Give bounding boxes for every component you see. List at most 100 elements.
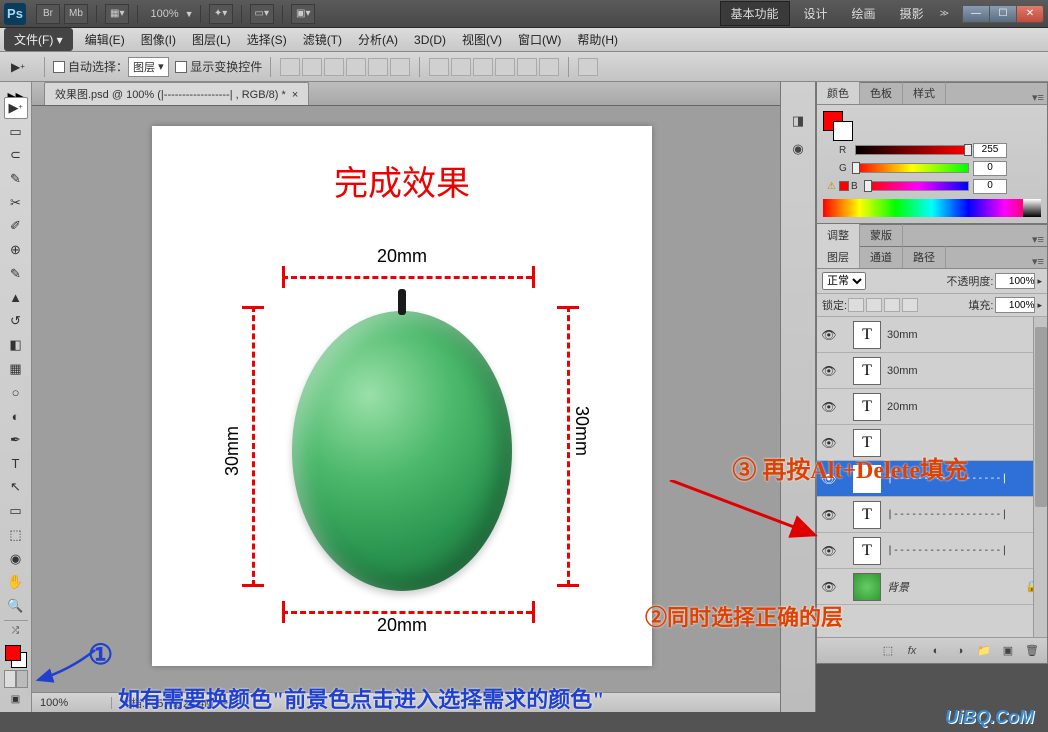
window-minimize[interactable]: — bbox=[962, 5, 990, 23]
align-icon[interactable] bbox=[346, 58, 366, 76]
brush-tool[interactable]: ✎ bbox=[4, 263, 28, 285]
document-tab[interactable]: 效果图.psd @ 100% (|------------------| , R… bbox=[44, 82, 309, 105]
window-close[interactable]: ✕ bbox=[1016, 5, 1044, 23]
foreground-color[interactable] bbox=[5, 645, 21, 661]
layer-row[interactable]: 👁T30mm bbox=[817, 317, 1047, 353]
pen-tool[interactable]: ✒ bbox=[4, 429, 28, 451]
eyedropper-tool[interactable]: ✐ bbox=[4, 216, 28, 238]
menu-window[interactable]: 窗口(W) bbox=[510, 31, 569, 48]
3d-tool[interactable]: ⬚ bbox=[4, 524, 28, 546]
workspace-essentials[interactable]: 基本功能 bbox=[720, 1, 790, 26]
tab-masks[interactable]: 蒙版 bbox=[860, 224, 903, 246]
distribute-icon[interactable] bbox=[451, 58, 471, 76]
layer-row[interactable]: 👁T30mm bbox=[817, 353, 1047, 389]
color-spectrum[interactable] bbox=[823, 199, 1041, 217]
menu-file[interactable]: 文件(F) ▾ bbox=[4, 28, 73, 51]
delete-layer-icon[interactable]: 🗑 bbox=[1021, 642, 1043, 660]
tab-adjustments[interactable]: 调整 bbox=[817, 224, 860, 246]
tab-channels[interactable]: 通道 bbox=[860, 246, 903, 268]
workspace-more-icon[interactable]: ≫ bbox=[940, 8, 949, 19]
tab-swatches[interactable]: 色板 bbox=[860, 82, 903, 104]
zoom-tool[interactable]: 🔍 bbox=[4, 595, 28, 617]
collapsed-panel-icon[interactable]: ◉ bbox=[784, 136, 812, 162]
layer-row[interactable]: 👁背景🔒 bbox=[817, 569, 1047, 605]
type-tool[interactable]: T bbox=[4, 453, 28, 475]
blur-tool[interactable]: ○ bbox=[4, 382, 28, 404]
distribute-icon[interactable] bbox=[539, 58, 559, 76]
gradient-tool[interactable]: ▦ bbox=[4, 358, 28, 380]
distribute-icon[interactable] bbox=[473, 58, 493, 76]
status-docinfo[interactable]: 文档:735.4K/2.04M bbox=[112, 695, 222, 711]
layer-row[interactable]: 👁T|------------------| bbox=[817, 533, 1047, 569]
menu-3d[interactable]: 3D(D) bbox=[406, 33, 454, 47]
align-icon[interactable] bbox=[324, 58, 344, 76]
menu-layer[interactable]: 图层(L) bbox=[184, 31, 239, 48]
workspace-painting[interactable]: 绘画 bbox=[842, 2, 886, 25]
move-tool[interactable]: ▶+ bbox=[4, 97, 28, 119]
lock-position-icon[interactable] bbox=[884, 298, 900, 312]
distribute-icon[interactable] bbox=[495, 58, 515, 76]
distribute-icon[interactable] bbox=[429, 58, 449, 76]
hand-tool[interactable]: ✋ bbox=[4, 571, 28, 593]
color-swatches[interactable] bbox=[3, 643, 29, 669]
align-icon[interactable] bbox=[368, 58, 388, 76]
3dcam-tool[interactable]: ◉ bbox=[4, 548, 28, 570]
opacity-input[interactable] bbox=[995, 273, 1035, 289]
fill-input[interactable] bbox=[995, 297, 1035, 313]
extra-icon[interactable] bbox=[578, 58, 598, 76]
lock-transparency-icon[interactable] bbox=[848, 298, 864, 312]
workspace-design[interactable]: 设计 bbox=[794, 2, 838, 25]
visibility-icon[interactable]: 👁 bbox=[819, 472, 839, 486]
adjustment-icon[interactable]: ◑ bbox=[949, 642, 971, 660]
r-value[interactable]: 255 bbox=[973, 143, 1007, 158]
visibility-icon[interactable]: 👁 bbox=[819, 364, 839, 378]
hand-shortcut[interactable]: ✦▾ bbox=[209, 4, 233, 24]
align-icon[interactable] bbox=[302, 58, 322, 76]
view-extras-button[interactable]: ▦▾ bbox=[105, 4, 129, 24]
g-value[interactable]: 0 bbox=[973, 161, 1007, 176]
autoselect-target[interactable]: 图层 ▾ bbox=[128, 57, 169, 77]
visibility-icon[interactable]: 👁 bbox=[819, 400, 839, 414]
panel-menu-icon[interactable]: ▾≡ bbox=[1029, 255, 1047, 268]
quickselect-tool[interactable]: ✎ bbox=[4, 168, 28, 190]
visibility-icon[interactable]: 👁 bbox=[819, 436, 839, 450]
arrange-button[interactable]: ▭▾ bbox=[250, 4, 274, 24]
align-icon[interactable] bbox=[390, 58, 410, 76]
layer-row[interactable]: 👁T|------------------| bbox=[817, 461, 1047, 497]
visibility-icon[interactable]: 👁 bbox=[819, 508, 839, 522]
collapsed-panel-icon[interactable]: ◨ bbox=[784, 108, 812, 134]
align-icon[interactable] bbox=[280, 58, 300, 76]
screen-mode-button[interactable]: ▣▾ bbox=[291, 4, 315, 24]
layer-row[interactable]: 👁T|------------------| bbox=[817, 497, 1047, 533]
distribute-icon[interactable] bbox=[517, 58, 537, 76]
history-brush-tool[interactable]: ↺ bbox=[4, 311, 28, 333]
zoom-level[interactable]: 100% bbox=[150, 8, 178, 20]
autoselect-checkbox[interactable] bbox=[53, 61, 65, 73]
lock-pixels-icon[interactable] bbox=[866, 298, 882, 312]
mask-icon[interactable]: ◐ bbox=[925, 642, 947, 660]
minibridge-button[interactable]: Mb bbox=[64, 4, 88, 24]
group-icon[interactable]: 📁 bbox=[973, 642, 995, 660]
tab-color[interactable]: 颜色 bbox=[817, 82, 860, 104]
g-slider[interactable] bbox=[855, 163, 969, 173]
quickmask-toggle[interactable] bbox=[4, 670, 28, 688]
visibility-icon[interactable]: 👁 bbox=[819, 544, 839, 558]
menu-filter[interactable]: 滤镜(T) bbox=[295, 31, 350, 48]
lasso-tool[interactable]: ⊂ bbox=[4, 144, 28, 166]
panel-menu-icon[interactable]: ▾≡ bbox=[1029, 233, 1047, 246]
r-slider[interactable] bbox=[855, 145, 969, 155]
visibility-icon[interactable]: 👁 bbox=[819, 580, 839, 594]
color-panel-swatch[interactable] bbox=[823, 111, 853, 141]
blend-mode-select[interactable]: 正常 bbox=[822, 272, 866, 290]
menu-edit[interactable]: 编辑(E) bbox=[77, 31, 133, 48]
link-layers-icon[interactable]: ⬚ bbox=[877, 642, 899, 660]
b-slider[interactable] bbox=[867, 181, 969, 191]
crop-tool[interactable]: ✂ bbox=[4, 192, 28, 214]
menu-image[interactable]: 图像(I) bbox=[133, 31, 184, 48]
toolbox-handle[interactable]: ▸▸ bbox=[3, 86, 29, 96]
stamp-tool[interactable]: ▲ bbox=[4, 287, 28, 309]
layers-scrollbar[interactable] bbox=[1033, 317, 1047, 637]
dodge-tool[interactable]: ◐ bbox=[4, 405, 28, 427]
showtransform-checkbox[interactable] bbox=[175, 61, 187, 73]
window-maximize[interactable]: ☐ bbox=[989, 5, 1017, 23]
